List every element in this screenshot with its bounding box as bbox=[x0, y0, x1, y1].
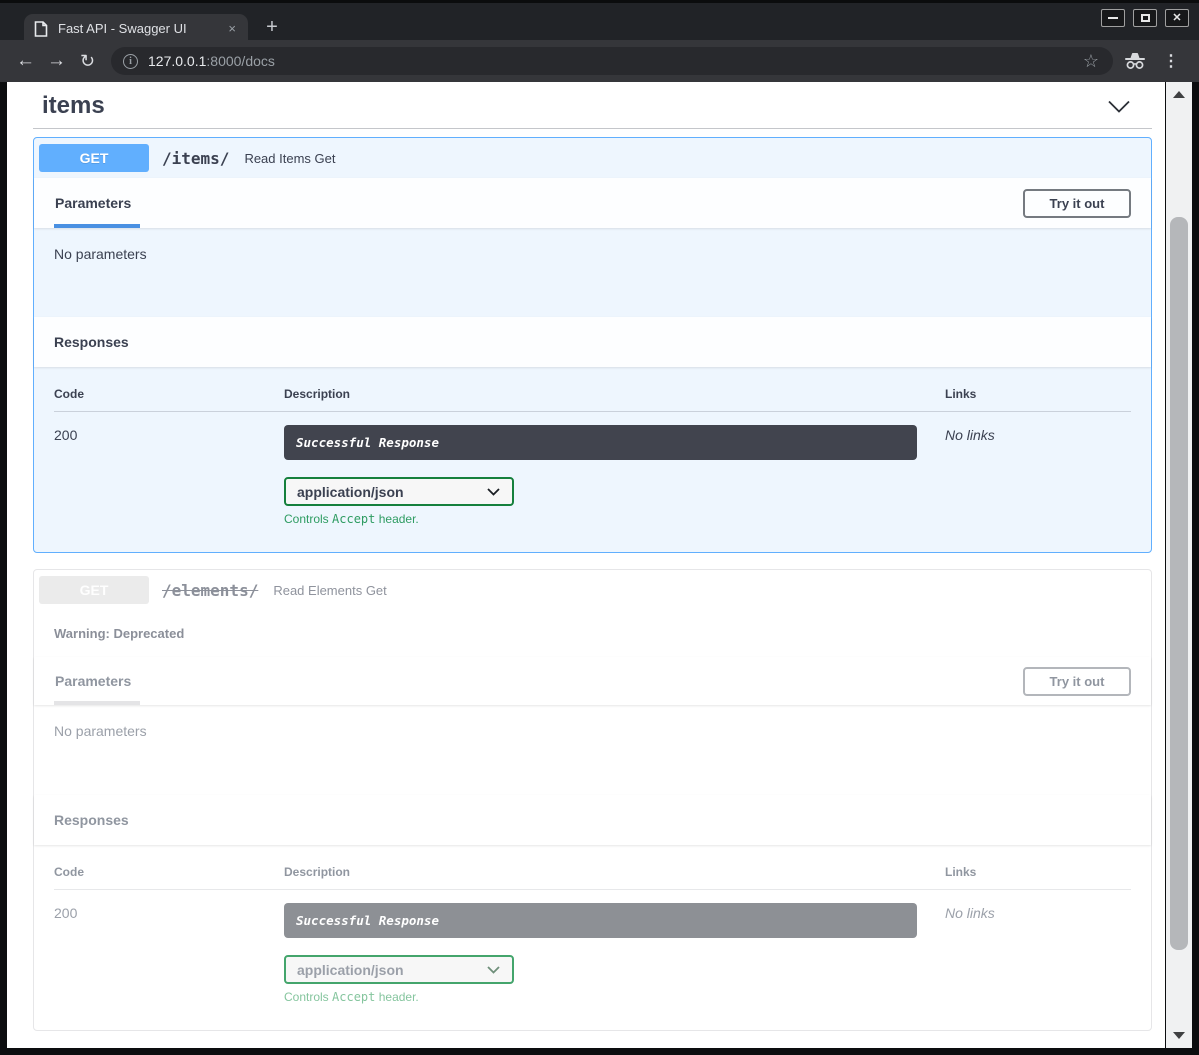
try-it-out-button[interactable]: Try it out bbox=[1023, 189, 1131, 218]
tag-title: items bbox=[42, 92, 105, 120]
scroll-down-icon[interactable] bbox=[1173, 1032, 1185, 1039]
accept-note-prefix: Controls bbox=[284, 990, 332, 1004]
tab-parameters[interactable]: Parameters bbox=[54, 178, 140, 228]
media-type-value: application/json bbox=[297, 484, 404, 500]
response-description-cell: Successful Response application/json Con… bbox=[284, 425, 945, 526]
tab-close-icon[interactable]: × bbox=[226, 21, 238, 36]
column-links: Links bbox=[945, 387, 1131, 401]
forward-icon[interactable]: → bbox=[41, 50, 72, 72]
parameters-body: No parameters bbox=[34, 228, 1151, 317]
incognito-icon bbox=[1123, 52, 1147, 70]
tab-title: Fast API - Swagger UI bbox=[58, 21, 226, 36]
no-parameters-text: No parameters bbox=[54, 246, 147, 262]
responses-table-header: Code Description Links bbox=[54, 387, 1131, 412]
response-links: No links bbox=[945, 425, 1131, 526]
parameters-header: Parameters Try it out bbox=[34, 178, 1151, 228]
method-badge: GET bbox=[39, 144, 149, 172]
response-row-200: 200 Successful Response application/json… bbox=[54, 890, 1131, 1004]
deprecation-warning-row: Warning: Deprecated bbox=[34, 610, 1151, 657]
opblock-get-items: GET /items/ Read Items Get Parameters Tr… bbox=[33, 137, 1152, 553]
endpoint-summary-text: Read Items Get bbox=[244, 151, 335, 166]
response-description-text: Successful Response bbox=[296, 913, 439, 928]
accept-note-suffix: header. bbox=[375, 512, 418, 526]
responses-body: Code Description Links 200 Successful Re… bbox=[34, 845, 1151, 1030]
response-description-bar: Successful Response bbox=[284, 425, 917, 460]
column-code: Code bbox=[54, 865, 284, 879]
method-badge: GET bbox=[39, 576, 149, 604]
chevron-down-icon[interactable] bbox=[1108, 100, 1130, 113]
browser-menu-icon[interactable]: ⋮ bbox=[1163, 51, 1179, 71]
select-chevron-icon bbox=[487, 966, 500, 974]
bookmark-star-icon[interactable]: ☆ bbox=[1075, 51, 1107, 72]
url-host: 127.0.0.1 bbox=[148, 53, 206, 69]
scroll-up-icon[interactable] bbox=[1173, 91, 1185, 98]
select-chevron-icon bbox=[487, 488, 500, 496]
responses-body: Code Description Links 200 Successful Re… bbox=[34, 367, 1151, 552]
media-type-select[interactable]: application/json bbox=[284, 477, 514, 506]
accept-header-note: Controls Accept header. bbox=[284, 990, 945, 1004]
media-type-value: application/json bbox=[297, 962, 404, 978]
column-links: Links bbox=[945, 865, 1131, 879]
accept-header-note: Controls Accept header. bbox=[284, 512, 945, 526]
column-description: Description bbox=[284, 865, 945, 879]
response-row-200: 200 Successful Response application/json… bbox=[54, 412, 1131, 526]
parameters-header: Parameters Try it out bbox=[34, 657, 1151, 705]
endpoint-summary-text: Read Elements Get bbox=[273, 583, 386, 598]
column-code: Code bbox=[54, 387, 284, 401]
opblock-summary[interactable]: GET /elements/ Read Elements Get bbox=[34, 570, 1151, 610]
opblock-summary[interactable]: GET /items/ Read Items Get bbox=[34, 138, 1151, 178]
try-it-out-button[interactable]: Try it out bbox=[1023, 667, 1131, 696]
responses-title: Responses bbox=[54, 334, 129, 350]
new-tab-icon[interactable]: + bbox=[260, 16, 284, 40]
response-code: 200 bbox=[54, 903, 284, 1004]
responses-table-header: Code Description Links bbox=[54, 865, 1131, 890]
responses-title: Responses bbox=[54, 812, 129, 828]
accept-note-suffix: header. bbox=[375, 990, 418, 1004]
accept-note-code: Accept bbox=[332, 512, 375, 526]
accept-note-code: Accept bbox=[332, 990, 375, 1004]
endpoint-path: /elements/ bbox=[162, 581, 258, 600]
no-parameters-text: No parameters bbox=[54, 723, 147, 739]
deprecation-warning-text: Warning: Deprecated bbox=[54, 626, 184, 641]
scrollbar-thumb[interactable] bbox=[1170, 217, 1188, 950]
page-scrollbar[interactable] bbox=[1166, 82, 1192, 1048]
maximize-icon[interactable] bbox=[1133, 9, 1157, 27]
site-info-icon[interactable]: i bbox=[123, 54, 138, 69]
address-bar[interactable]: i 127.0.0.1:8000/docs ☆ bbox=[111, 47, 1113, 75]
back-icon[interactable]: ← bbox=[10, 50, 41, 72]
tag-section-header[interactable]: items bbox=[33, 88, 1152, 129]
response-code: 200 bbox=[54, 425, 284, 526]
accept-note-prefix: Controls bbox=[284, 512, 332, 526]
response-links: No links bbox=[945, 903, 1131, 1004]
browser-tab[interactable]: Fast API - Swagger UI × bbox=[24, 14, 248, 43]
url-text[interactable]: 127.0.0.1:8000/docs bbox=[148, 53, 1075, 69]
response-description-cell: Successful Response application/json Con… bbox=[284, 903, 945, 1004]
url-path: :8000/docs bbox=[206, 53, 275, 69]
page-viewport: items GET /items/ Read Items Get Paramet… bbox=[7, 82, 1165, 1048]
responses-header: Responses bbox=[34, 317, 1151, 367]
media-type-select[interactable]: application/json bbox=[284, 955, 514, 984]
column-description: Description bbox=[284, 387, 945, 401]
responses-header: Responses bbox=[34, 795, 1151, 845]
parameters-body: No parameters bbox=[34, 705, 1151, 795]
browser-toolbar: ← → ↻ i 127.0.0.1:8000/docs ☆ ⋮ bbox=[0, 40, 1199, 82]
page-favicon-icon bbox=[34, 21, 48, 37]
browser-titlebar: Fast API - Swagger UI × + ✕ bbox=[0, 0, 1199, 40]
endpoint-path: /items/ bbox=[162, 149, 229, 168]
swagger-ui: items GET /items/ Read Items Get Paramet… bbox=[7, 82, 1165, 1031]
tab-parameters[interactable]: Parameters bbox=[54, 657, 140, 705]
response-description-text: Successful Response bbox=[296, 435, 439, 450]
window-controls: ✕ bbox=[1101, 9, 1189, 27]
close-icon[interactable]: ✕ bbox=[1165, 9, 1189, 27]
response-description-bar: Successful Response bbox=[284, 903, 917, 938]
reload-icon[interactable]: ↻ bbox=[72, 51, 103, 72]
opblock-get-elements-deprecated: GET /elements/ Read Elements Get Warning… bbox=[33, 569, 1152, 1031]
minimize-icon[interactable] bbox=[1101, 9, 1125, 27]
